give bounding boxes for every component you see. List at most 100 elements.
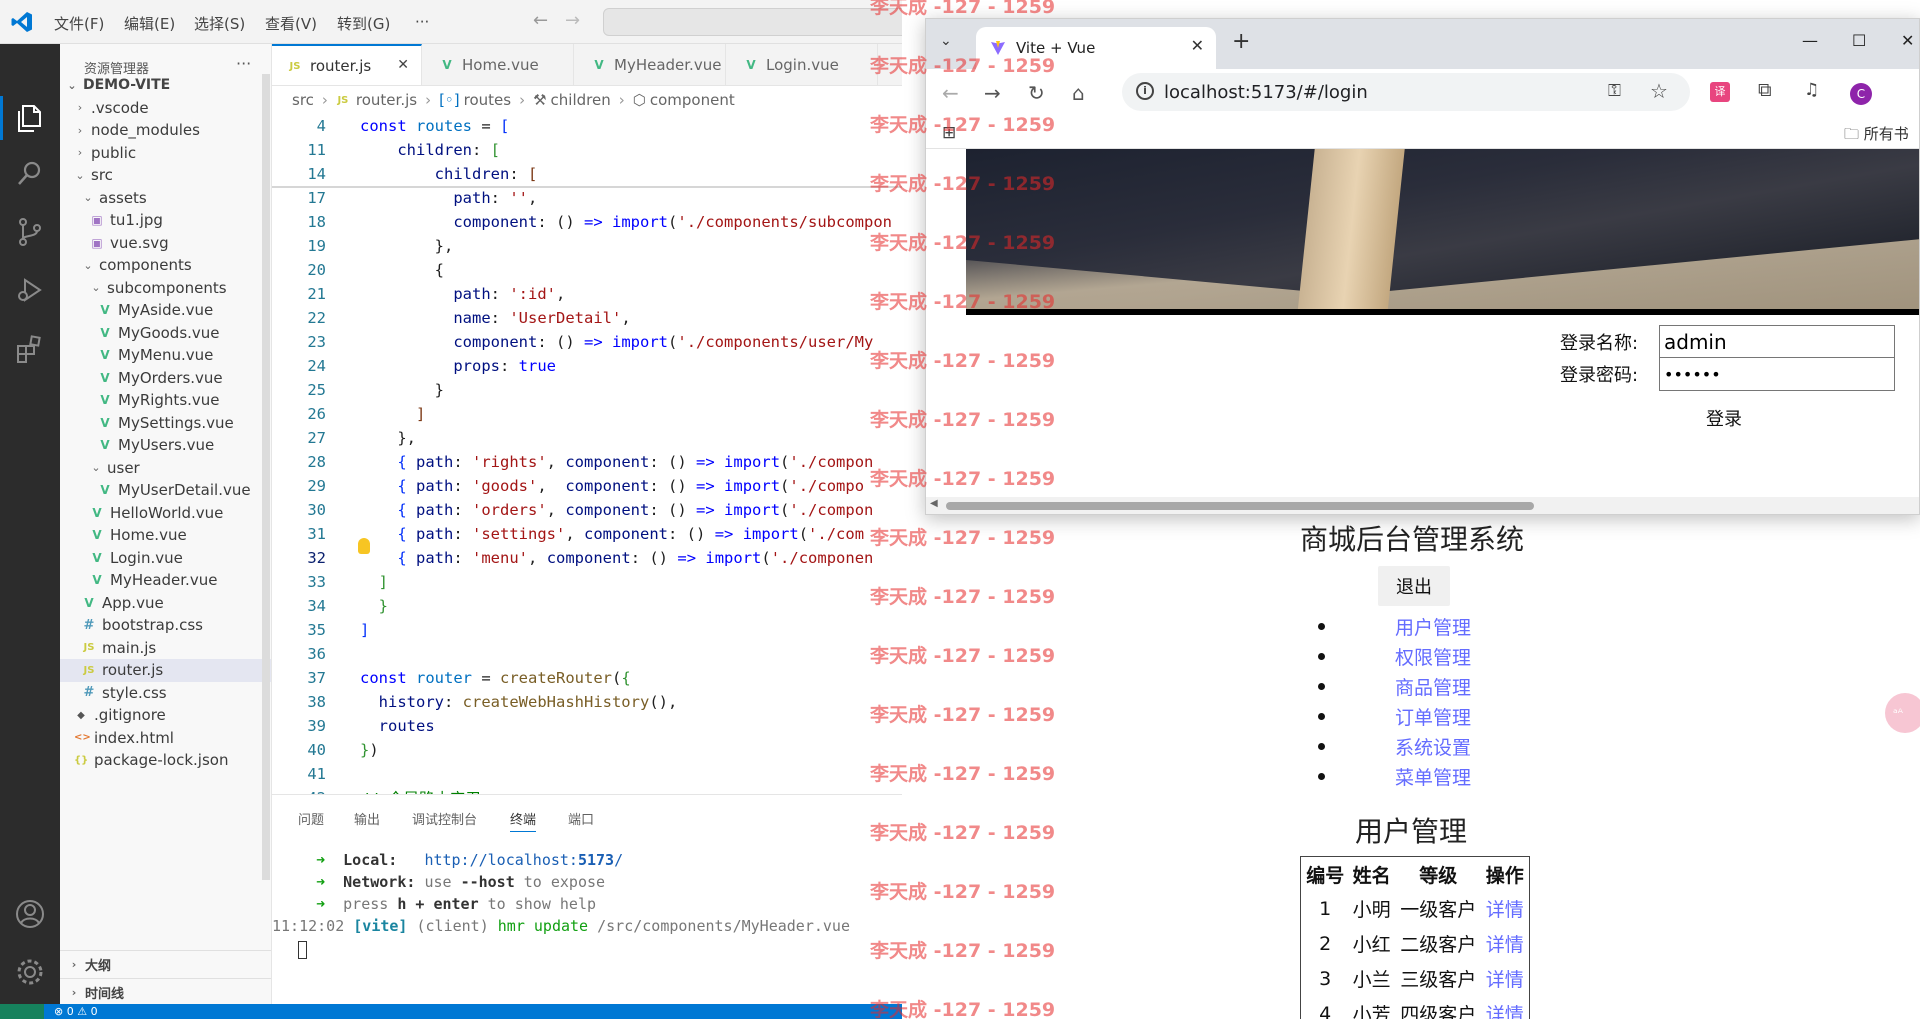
explorer-file[interactable]: V MyGoods.vue [60,322,271,345]
account-icon[interactable] [14,898,46,930]
explorer-file[interactable]: ▣ tu1.jpg [60,209,271,232]
menu-edit[interactable]: 编辑(E) [124,13,175,34]
extensions-icon[interactable] [14,334,46,366]
code-line[interactable]: 34 } [272,594,902,618]
translate-float-icon[interactable]: ᵃᴬ [1885,693,1920,733]
code-line[interactable]: 30 { path: 'orders', component: () => im… [272,498,902,522]
code-line[interactable]: 40}) [272,738,902,762]
settings-gear-icon[interactable] [14,956,46,988]
explorer-file[interactable]: ◆ .gitignore [60,704,271,727]
detail-link[interactable]: 详情 [1483,892,1527,925]
login-name-input[interactable]: admin [1659,325,1895,359]
explorer-file[interactable]: <> index.html [60,727,271,750]
explorer-folder[interactable]: ⌄ subcomponents [60,277,271,300]
nav-item[interactable]: 权限管理 [1318,641,1471,671]
nav-item-link[interactable]: 权限管理 [1395,643,1471,670]
code-line[interactable]: 28 { path: 'rights', component: () => im… [272,450,902,474]
explorer-file[interactable]: ▣ vue.svg [60,232,271,255]
detail-link[interactable]: 详情 [1483,927,1527,960]
nav-item[interactable]: 商品管理 [1318,671,1471,701]
new-tab-plus-icon[interactable]: + [1232,29,1250,54]
explorer-file[interactable]: V MyHeader.vue [60,569,271,592]
translate-extension-icon[interactable]: 译 [1710,82,1730,102]
code-line[interactable]: 39 routes [272,714,902,738]
panel-tab-problems[interactable]: 问题 [298,809,324,828]
explorer-file[interactable]: JS main.js [60,637,271,660]
back-arrow-icon[interactable]: ← [533,10,548,31]
nav-item[interactable]: 用户管理 [1318,611,1471,641]
panel-tab-ports[interactable]: 端口 [568,809,594,828]
extensions-puzzle-icon[interactable]: ⧉ [1758,79,1772,101]
code-line[interactable]: 24 props: true [272,354,902,378]
explorer-file[interactable]: V App.vue [60,592,271,615]
menu-more[interactable]: ··· [415,13,429,31]
explorer-file[interactable]: V Home.vue [60,524,271,547]
code-line[interactable]: 38 history: createWebHashHistory(), [272,690,902,714]
code-line[interactable]: 42// 全局路由守卫 [272,786,902,794]
explorer-folder[interactable]: ⌄ DEMO-VITE [60,74,271,97]
tab-search-chevron-icon[interactable]: ⌄ [940,33,952,49]
menu-selection[interactable]: 选择(S) [194,13,245,34]
code-line[interactable]: 36 [272,642,902,666]
search-icon[interactable] [14,158,46,190]
code-line[interactable]: 37 const router = createRouter({ [272,666,902,690]
horizontal-scrollbar[interactable]: ◀ [926,497,1919,514]
explorer-file[interactable]: V MyOrders.vue [60,367,271,390]
profile-avatar[interactable]: C [1850,83,1872,105]
nav-item-link[interactable]: 用户管理 [1395,613,1471,640]
explorer-folder[interactable]: ⌄ src [60,164,271,187]
explorer-file[interactable]: V MySettings.vue [60,412,271,435]
code-line[interactable]: 27 }, [272,426,902,450]
terminal-cursor[interactable] [298,941,307,959]
run-debug-icon[interactable] [14,274,46,306]
explorer-folder[interactable]: ⌄ assets [60,187,271,210]
nav-item-link[interactable]: 商品管理 [1395,673,1471,700]
password-key-icon[interactable]: ⚿ [1608,81,1621,101]
breadcrumb-children[interactable]: children [551,91,611,109]
browser-forward-icon[interactable]: → [984,81,1001,105]
timeline-section[interactable]: › 时间线 [60,978,271,1006]
home-icon[interactable]: ⌂ [1072,81,1085,105]
explorer-file[interactable]: {} package-lock.json [60,749,271,772]
explorer-file[interactable]: V MyUserDetail.vue [60,479,271,502]
lightbulb-icon[interactable] [358,538,370,554]
code-line[interactable]: 11 children: [ [272,138,902,162]
code-line[interactable]: 23 component: () => import('./components… [272,330,902,354]
panel-tab-terminal[interactable]: 终端 [510,809,537,832]
code-line[interactable]: 29 { path: 'goods', component: () => imp… [272,474,902,498]
code-line[interactable]: 21 path: ':id', [272,282,902,306]
breadcrumb-file[interactable]: router.js [356,91,417,109]
code-line[interactable]: 14 children: [ [272,162,902,186]
close-tab-icon[interactable]: ✕ [1191,36,1204,55]
explorer-file[interactable]: V MyAside.vue [60,299,271,322]
editor-tab[interactable]: V Home.vue [424,44,574,85]
minimize-icon[interactable]: — [1802,31,1818,50]
code-line[interactable]: 20 { [272,258,902,282]
panel-tab-debug-console[interactable]: 调试控制台 [412,809,477,828]
forward-arrow-icon[interactable]: → [565,10,580,31]
browser-back-icon[interactable]: ← [942,81,959,105]
explorer-file[interactable]: V HelloWorld.vue [60,502,271,525]
address-bar[interactable]: localhost:5173/#/login [1122,73,1690,111]
detail-link[interactable]: 详情 [1483,997,1527,1019]
breadcrumb-routes[interactable]: routes [464,91,511,109]
nav-item-link[interactable]: 系统设置 [1395,733,1471,760]
login-button[interactable]: 登录 [1706,405,1742,431]
horizontal-scroll-thumb[interactable] [946,502,1534,510]
close-window-icon[interactable]: ✕ [1901,31,1914,50]
apps-grid-icon[interactable]: ⊞ [942,123,956,143]
explorer-file[interactable]: # bootstrap.css [60,614,271,637]
browser-tab-active[interactable]: Vite + Vue ✕ [976,27,1216,69]
breadcrumb-src[interactable]: src [292,91,314,109]
explorer-folder[interactable]: ⌄ user [60,457,271,480]
menu-go[interactable]: 转到(G) [337,13,390,34]
breadcrumb-component[interactable]: component [650,91,735,109]
logout-button[interactable]: 退出 [1378,566,1450,606]
nav-item[interactable]: 系统设置 [1318,731,1471,761]
menu-file[interactable]: 文件(F) [54,13,104,34]
nav-item[interactable]: 菜单管理 [1318,761,1471,791]
panel-tab-output[interactable]: 输出 [354,809,380,828]
close-tab-icon[interactable]: ✕ [397,57,409,73]
code-line[interactable]: 26 ] [272,402,902,426]
outline-section[interactable]: › 大纲 [60,950,271,978]
